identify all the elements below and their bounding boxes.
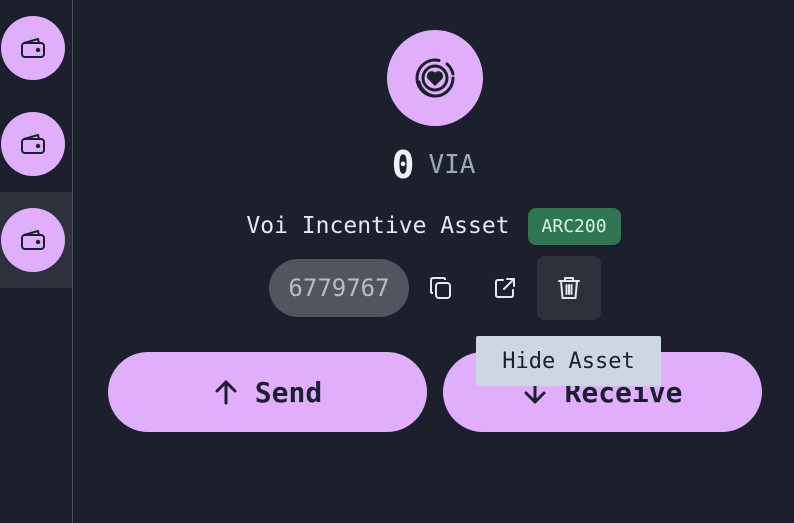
- send-button[interactable]: Send: [108, 352, 427, 432]
- send-label: Send: [254, 375, 323, 409]
- sidebar-wallet-1[interactable]: [0, 0, 72, 96]
- copy-id-button[interactable]: [409, 256, 473, 320]
- asset-id-chip: 6779767: [269, 259, 409, 317]
- wallet-sidebar: [0, 0, 73, 523]
- arrow-up-icon: [215, 380, 237, 405]
- copy-icon: [430, 277, 451, 299]
- asset-name-row: Voi Incentive Asset ARC200: [73, 206, 794, 246]
- wallet-avatar: [1, 112, 65, 176]
- asset-unit: VIA: [428, 150, 476, 180]
- voi-incentive-icon: [415, 58, 455, 98]
- wallet-icon: [21, 230, 45, 250]
- hide-asset-tooltip: Hide Asset: [476, 336, 661, 386]
- wallet-icon: [21, 134, 45, 154]
- asset-name: Voi Incentive Asset: [246, 213, 510, 239]
- sidebar-wallet-2[interactable]: [0, 96, 72, 192]
- asset-detail-panel: 0 VIA Voi Incentive Asset ARC200 6779767: [73, 0, 794, 523]
- open-explorer-button[interactable]: [473, 256, 537, 320]
- balance-amount: 0: [391, 143, 415, 187]
- asset-id-row: 6779767: [269, 256, 601, 320]
- hide-asset-button[interactable]: [537, 256, 601, 320]
- balance-row: 0 VIA: [73, 142, 794, 188]
- wallet-avatar: [1, 208, 65, 272]
- asset-logo: [387, 30, 483, 126]
- wallet-avatar: [1, 16, 65, 80]
- wallet-icon: [21, 38, 45, 58]
- trash-icon: [558, 277, 580, 299]
- external-link-icon: [495, 278, 515, 298]
- standard-badge: ARC200: [527, 207, 621, 245]
- sidebar-wallet-3[interactable]: [0, 192, 72, 288]
